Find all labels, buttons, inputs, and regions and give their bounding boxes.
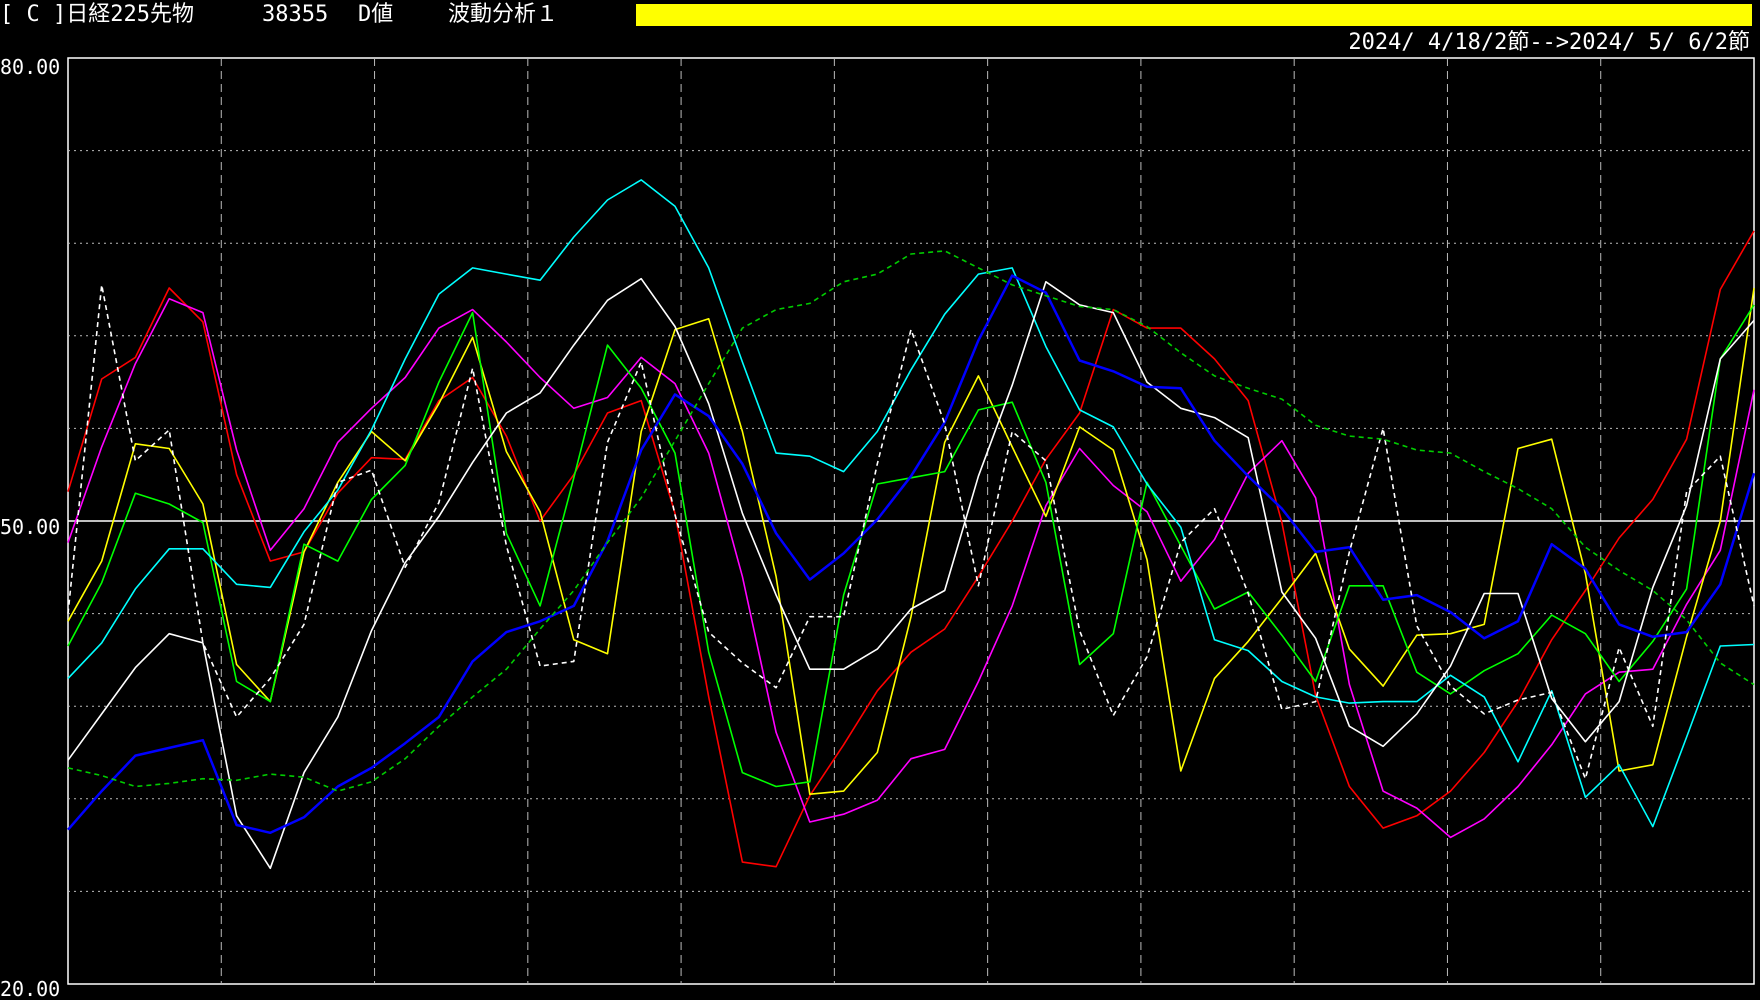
y-axis-labels: 80.00 50.00 20.00 — [0, 55, 60, 1000]
y-tick-label: 50.00 — [0, 515, 60, 539]
series-line-6 — [67, 277, 1755, 870]
series-line-5 — [67, 179, 1755, 828]
series-line-4 — [67, 304, 1755, 788]
series-line-1 — [67, 230, 1755, 868]
y-tick-label: 20.00 — [0, 977, 60, 1000]
series-line-2 — [67, 297, 1755, 839]
wave-analysis-chart: 80.00 50.00 20.00 — [0, 55, 1756, 1000]
series-layer — [67, 179, 1756, 870]
y-tick-label: 80.00 — [0, 55, 60, 79]
series-line-8 — [67, 284, 1755, 780]
series-line-3 — [67, 287, 1755, 796]
